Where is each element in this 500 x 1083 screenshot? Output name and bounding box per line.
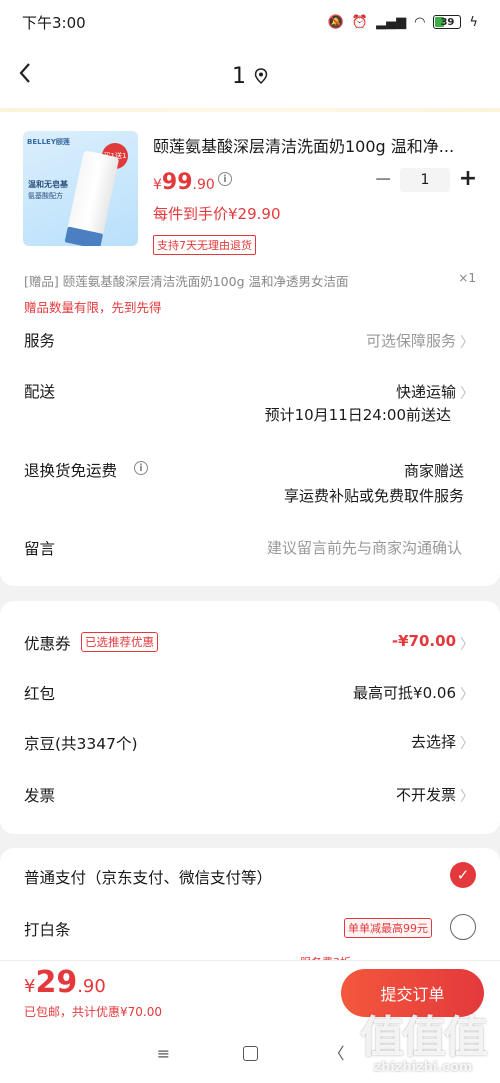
shipping-savings: 已包邮，共计优惠¥70.00 xyxy=(24,1005,162,1019)
chevron-right-icon[interactable]: 〉 xyxy=(460,786,474,806)
chevron-right-icon[interactable]: 〉 xyxy=(460,733,474,753)
invoice-value[interactable]: 不开发票 xyxy=(396,784,456,805)
note-label: 留言 xyxy=(24,540,56,558)
signal-icon: ▂▄▆ xyxy=(376,14,407,30)
coupon-value[interactable]: -¥70.00 xyxy=(392,632,456,650)
home-icon[interactable] xyxy=(242,1046,258,1061)
location-pin-icon xyxy=(254,68,268,84)
chevron-left-icon xyxy=(19,63,30,83)
price-integer: 99 xyxy=(161,170,193,195)
total-symbol: ¥ xyxy=(24,976,36,997)
status-icons: 🔕 ⏰ ▂▄▆ ◠ 39 ϟ xyxy=(328,15,478,30)
price-symbol: ¥ xyxy=(153,177,162,193)
watermark-text: zhizhizhi.com xyxy=(373,1060,473,1075)
quantity-input[interactable]: 1 xyxy=(400,168,450,192)
coupon-recommended-tag: 已选推荐优惠 xyxy=(81,632,158,652)
radio-unchecked-icon[interactable] xyxy=(450,914,476,940)
jingdou-value[interactable]: 去选择 xyxy=(411,731,456,752)
chevron-right-icon[interactable]: 〉 xyxy=(460,684,474,704)
return-policy-tag: 支持7天无理由退货 xyxy=(153,235,256,255)
watermark-logo: 值值值 xyxy=(360,1012,488,1063)
system-nav-bar: ≡ 〈 值值值 zhizhizhi.com xyxy=(0,1016,500,1083)
unit-price: 每件到手价¥29.90 xyxy=(153,205,281,223)
delivery-label: 配送 xyxy=(24,383,56,401)
service-label: 服务 xyxy=(24,332,56,350)
charging-icon: ϟ xyxy=(469,14,478,30)
back-icon[interactable]: 〈 xyxy=(329,1045,345,1062)
total-decimal: .90 xyxy=(77,976,106,997)
normal-payment-option[interactable]: 普通支付（京东支付、微信支付等） xyxy=(24,866,272,888)
address-selector[interactable]: 1 xyxy=(232,64,268,89)
submit-order-button[interactable]: 提交订单 xyxy=(341,969,484,1017)
quantity-decrease-button[interactable]: − xyxy=(374,169,392,191)
total-price: ¥ 29 .90 xyxy=(24,965,106,1000)
service-value[interactable]: 可选保障服务 xyxy=(366,330,456,351)
baitiao-payment-option[interactable]: 打白条 xyxy=(24,918,71,940)
alarm-icon: ⏰ xyxy=(351,14,369,30)
invoice-label: 发票 xyxy=(24,787,56,805)
return-fee-value: 商家赠送 xyxy=(403,462,464,480)
product-name[interactable]: 颐莲氨基酸深层清洁洗面奶100g 温和净... xyxy=(153,133,478,157)
red-packet-value[interactable]: 最高可抵¥0.06 xyxy=(353,682,456,703)
jingdou-label: 京豆(共3347个) xyxy=(24,735,138,753)
chevron-right-icon[interactable]: 〉 xyxy=(460,383,474,403)
mute-icon: 🔕 xyxy=(327,14,344,30)
product-tube-graphic xyxy=(64,150,120,246)
product-image-text2: 氨基酸配方 xyxy=(28,192,63,200)
product-price: ¥ 99 .90 xyxy=(153,170,215,195)
coupon-label: 优惠券 xyxy=(24,635,71,653)
menu-icon[interactable]: ≡ xyxy=(156,1045,172,1062)
total-integer: 29 xyxy=(35,965,78,1000)
red-packet-label: 红包 xyxy=(24,685,56,703)
status-time: 下午3:00 xyxy=(22,13,86,32)
note-input[interactable]: 建议留言前先与商家沟通确认 xyxy=(267,537,462,558)
check-icon[interactable]: ✓ xyxy=(450,862,476,888)
nav-bar: 1 xyxy=(0,44,500,108)
price-decimal: .90 xyxy=(192,177,215,193)
battery-level: 39 xyxy=(440,16,455,28)
back-button[interactable] xyxy=(18,62,46,90)
wifi-icon: ◠ xyxy=(414,14,426,30)
return-fee-label: 退换货免运费 xyxy=(24,462,118,480)
product-image-text1: 温和无皂基 xyxy=(28,180,68,189)
gift-warning: 赠品数量有限，先到先得 xyxy=(24,300,162,315)
quantity-increase-button[interactable]: + xyxy=(458,168,478,190)
baitiao-promo-tag: 单单减最高99元 xyxy=(344,918,432,938)
nav-title: 1 xyxy=(232,63,246,89)
delivery-eta: 预计10月11日24:00前送达 xyxy=(264,406,451,424)
delivery-value[interactable]: 快递运输 xyxy=(396,381,456,402)
return-fee-info-icon[interactable]: i xyxy=(134,461,148,475)
return-fee-desc: 享运费补贴或免费取件服务 xyxy=(283,487,464,505)
chevron-right-icon[interactable]: 〉 xyxy=(460,332,474,352)
status-bar: 下午3:00 🔕 ⏰ ▂▄▆ ◠ 39 ϟ xyxy=(0,0,500,44)
product-image-brand: BELLEY颐莲 xyxy=(27,138,70,146)
chevron-right-icon[interactable]: 〉 xyxy=(460,634,474,654)
battery-icon: 39 xyxy=(433,15,462,29)
product-image[interactable]: BELLEY颐莲 买1送1 温和无皂基 氨基酸配方 xyxy=(23,131,138,246)
gift-item: [赠品] 颐莲氨基酸深层清洁洗面奶100g 温和净透男女洁面 xyxy=(24,274,349,289)
watermark: 值值值 zhizhizhi.com xyxy=(360,1012,488,1076)
price-info-icon[interactable]: i xyxy=(218,172,232,186)
gift-quantity: ×1 xyxy=(458,271,476,285)
